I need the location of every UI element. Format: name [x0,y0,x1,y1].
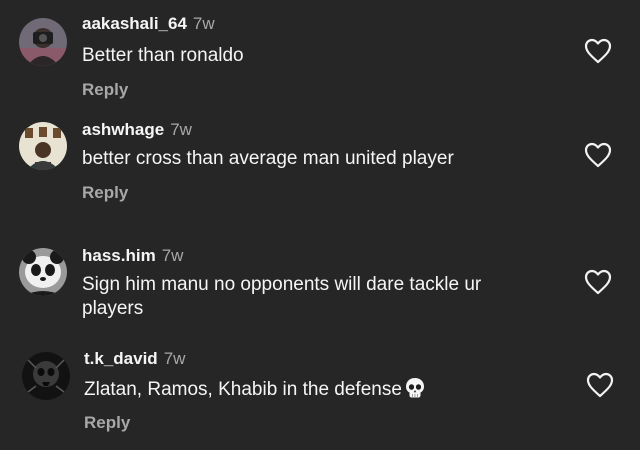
heart-outline-icon[interactable] [584,142,612,168]
comment-item: t.k_david 7w Zlatan, Ramos, Khabib in the… [0,340,640,450]
comments-list: aakashali_64 7w Better than ronaldo Reply… [0,0,640,450]
timestamp: 7w [192,14,215,33]
reply-button[interactable]: Reply [82,183,128,203]
avatar[interactable] [22,352,70,400]
avatar-photo-icon [19,122,67,170]
heart-outline-icon[interactable] [584,38,612,64]
comment-text-line: players [82,298,144,319]
comment-item: aakashali_64 7w Better than ronaldo Reply [0,0,640,110]
avatar[interactable] [19,122,67,170]
heart-outline-icon[interactable] [584,269,612,295]
username[interactable]: t.k_david [84,349,158,368]
username[interactable]: hass.him [82,246,156,265]
reply-button[interactable]: Reply [82,80,128,100]
timestamp: 7w [161,246,184,265]
avatar-dark-art-icon [22,352,70,400]
comment-item: hass.him 7w Sign him manu no opponents wi… [0,235,640,335]
avatar[interactable] [19,248,67,296]
comment-text: Zlatan, Ramos, Khabib in the defense [84,377,554,402]
comment-item: ashwhage 7w better cross than average man… [0,110,640,220]
comment-text: Sign him manu no opponents will dare tac… [82,273,552,321]
comment-header: hass.him 7w [82,246,183,266]
comment-text: Better than ronaldo [82,45,244,66]
reply-button[interactable]: Reply [84,413,130,433]
heart-outline-icon[interactable] [586,372,614,398]
avatar-photo-icon [19,18,67,66]
timestamp: 7w [163,349,186,368]
avatar[interactable] [19,18,67,66]
comment-header: aakashali_64 7w [82,14,215,34]
comment-text-line: Sign him manu no opponents will dare tac… [82,274,482,295]
comment-text-content: Zlatan, Ramos, Khabib in the defense [84,379,402,400]
skull-emoji-icon [405,378,424,398]
comment-header: ashwhage 7w [82,120,192,140]
comment-text: better cross than average man united pla… [82,148,454,169]
timestamp: 7w [170,120,192,139]
username[interactable]: ashwhage [82,120,164,139]
username[interactable]: aakashali_64 [82,14,187,33]
avatar-panda-icon [19,248,67,296]
comment-header: t.k_david 7w [84,349,185,369]
